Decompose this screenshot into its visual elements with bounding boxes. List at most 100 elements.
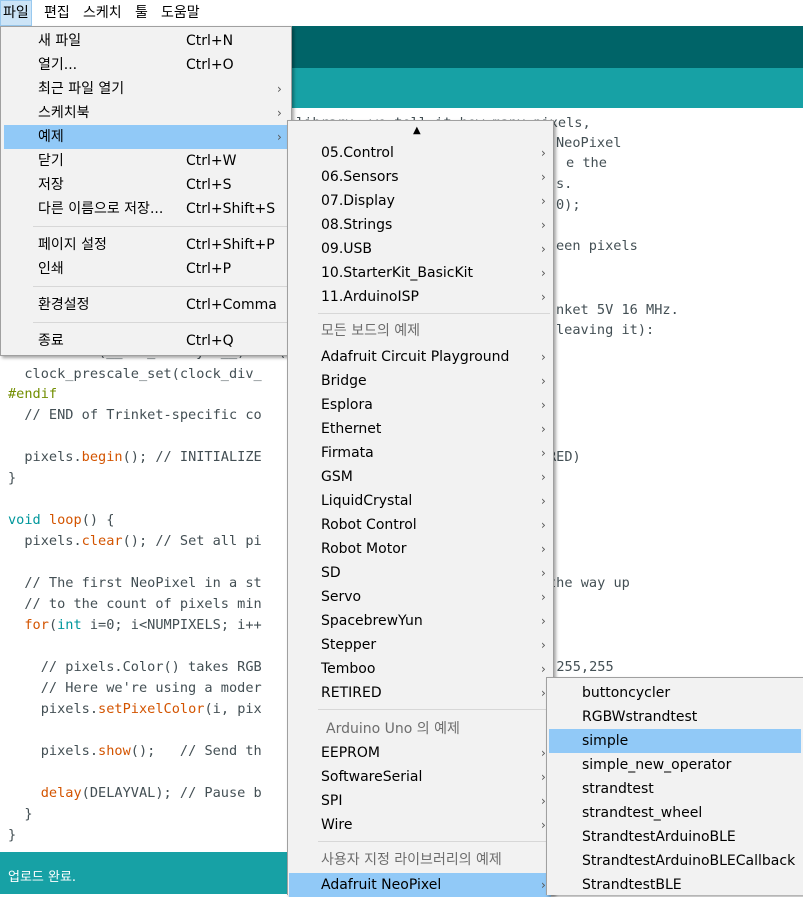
examples-item[interactable]: SPI ›	[289, 789, 551, 813]
menu-item-print[interactable]: 인쇄 Ctrl+P	[4, 257, 288, 281]
menu-item-label: SPI	[321, 793, 343, 809]
examples-item-adafruit-neopixel[interactable]: Adafruit NeoPixel ›	[289, 873, 551, 897]
menu-item-label: Stepper	[321, 637, 377, 653]
sketch-item-simple[interactable]: simple	[549, 729, 801, 753]
menu-item-save[interactable]: 저장 Ctrl+S	[4, 173, 288, 197]
section-header: 사용자 지정 라이브러리의 예제	[289, 848, 551, 872]
chevron-right-icon: ›	[541, 374, 546, 388]
examples-item[interactable]: Robot Control ›	[289, 513, 551, 537]
section-header: 모든 보드의 예제	[289, 319, 551, 343]
chevron-right-icon: ›	[541, 422, 546, 436]
menu-separator	[33, 322, 287, 323]
code-line: // The first NeoPixel in a st	[8, 575, 262, 591]
menu-item-label: StrandtestArduinoBLE	[582, 829, 736, 845]
chevron-right-icon: ›	[541, 446, 546, 460]
code-token: begin	[81, 449, 123, 465]
menu-item-examples[interactable]: 예제 ›	[4, 125, 288, 149]
examples-item[interactable]: Firmata ›	[289, 441, 551, 465]
examples-item[interactable]: LiquidCrystal ›	[289, 489, 551, 513]
chevron-right-icon: ›	[541, 494, 546, 508]
menu-item-recent[interactable]: 최근 파일 열기 ›	[4, 77, 288, 101]
menu-item-label: strandtest_wheel	[582, 805, 703, 821]
menu-item-new[interactable]: 새 파일 Ctrl+N	[4, 29, 288, 53]
section-header: Arduino Uno 의 예제	[289, 717, 551, 741]
examples-item[interactable]: Servo ›	[289, 585, 551, 609]
sketch-item[interactable]: StrandtestArduinoBLE	[549, 825, 801, 849]
menu-item-preferences[interactable]: 환경설정 Ctrl+Comma	[4, 293, 288, 317]
menu-sketch[interactable]: 스케치	[80, 0, 125, 26]
examples-item[interactable]: 07.Display ›	[289, 189, 551, 213]
menu-item-save-as[interactable]: 다른 이름으로 저장... Ctrl+Shift+S	[4, 197, 288, 221]
menu-section-label: 사용자 지정 라이브러리의 예제	[321, 852, 502, 868]
menu-section-label: Arduino Uno 의 예제	[326, 721, 460, 737]
chevron-right-icon: ›	[541, 350, 546, 364]
examples-item[interactable]: Adafruit Circuit Playground ›	[289, 345, 551, 369]
examples-item[interactable]: EEPROM ›	[289, 741, 551, 765]
chevron-right-icon: ›	[541, 542, 546, 556]
chevron-right-icon: ›	[541, 398, 546, 412]
status-text: 업로드 완료.	[8, 870, 77, 885]
chevron-right-icon: ›	[541, 470, 546, 484]
menu-tools[interactable]: 툴	[132, 0, 151, 26]
examples-item[interactable]: Bridge ›	[289, 369, 551, 393]
examples-item[interactable]: 06.Sensors ›	[289, 165, 551, 189]
menu-item-label: GSM	[321, 469, 353, 485]
examples-item[interactable]: 11.ArduinoISP ›	[289, 285, 551, 309]
examples-item[interactable]: Esplora ›	[289, 393, 551, 417]
code-token: pixels	[24, 533, 74, 549]
examples-item[interactable]: Temboo ›	[289, 657, 551, 681]
menu-item-label: Temboo	[321, 661, 376, 677]
sketch-item[interactable]: strandtest_wheel	[549, 801, 801, 825]
menu-item-quit[interactable]: 종료 Ctrl+Q	[4, 329, 288, 353]
menu-item-close[interactable]: 닫기 Ctrl+W	[4, 149, 288, 173]
menu-separator	[318, 709, 550, 710]
sketch-item[interactable]: StrandtestBLE	[549, 873, 801, 897]
examples-item[interactable]: SpacebrewYun ›	[289, 609, 551, 633]
examples-item[interactable]: 09.USB ›	[289, 237, 551, 261]
sketch-item[interactable]: StrandtestArduinoBLECallback	[549, 849, 801, 873]
menu-item-label: 종료	[38, 333, 64, 349]
code-token: show	[98, 743, 131, 759]
examples-item[interactable]: Wire ›	[289, 813, 551, 837]
menu-item-sketchbook[interactable]: 스케치북 ›	[4, 101, 288, 125]
sketch-item[interactable]: RGBWstrandtest	[549, 705, 801, 729]
menu-separator	[33, 226, 287, 227]
examples-item[interactable]: Ethernet ›	[289, 417, 551, 441]
examples-item[interactable]: SD ›	[289, 561, 551, 585]
menu-item-shortcut: Ctrl+P	[186, 261, 232, 277]
code-line: delay(DELAYVAL); // Pause b	[8, 783, 262, 804]
examples-item[interactable]: 08.Strings ›	[289, 213, 551, 237]
code-line: }	[8, 806, 33, 822]
code-fragment: NeoPixel	[556, 135, 622, 151]
menu-item-label: 11.ArduinoISP	[321, 289, 419, 305]
sketch-item[interactable]: strandtest	[549, 777, 801, 801]
code-line: #endif	[8, 386, 58, 402]
menu-edit[interactable]: 편집	[41, 0, 73, 26]
examples-item[interactable]: Robot Motor ›	[289, 537, 551, 561]
chevron-right-icon: ›	[541, 194, 546, 208]
menu-item-label: buttoncycler	[582, 685, 671, 701]
examples-item[interactable]: SoftwareSerial ›	[289, 765, 551, 789]
sketch-item[interactable]: simple_new_operator	[549, 753, 801, 777]
examples-item[interactable]: RETIRED ›	[289, 681, 551, 705]
menu-item-page-setup[interactable]: 페이지 설정 Ctrl+Shift+P	[4, 233, 288, 257]
chevron-right-icon: ›	[541, 170, 546, 184]
menu-item-label: simple	[582, 733, 629, 749]
menu-item-label: 환경설정	[38, 297, 90, 313]
chevron-right-icon: ›	[541, 566, 546, 580]
examples-item[interactable]: GSM ›	[289, 465, 551, 489]
menu-item-label: Firmata	[321, 445, 374, 461]
code-line: void loop() {	[8, 510, 114, 531]
menu-item-label: Servo	[321, 589, 362, 605]
menu-item-label: RGBWstrandtest	[582, 709, 698, 725]
chevron-right-icon: ›	[541, 242, 546, 256]
menu-help[interactable]: 도움말	[158, 0, 203, 26]
menu-file[interactable]: 파일	[0, 0, 32, 26]
examples-item[interactable]: Stepper ›	[289, 633, 551, 657]
sketch-item[interactable]: buttoncycler	[549, 681, 801, 705]
scroll-up-icon[interactable]: ▲	[413, 125, 421, 136]
examples-item[interactable]: 10.StarterKit_BasicKit ›	[289, 261, 551, 285]
menu-item-open[interactable]: 열기... Ctrl+O	[4, 53, 288, 77]
examples-item[interactable]: 05.Control ›	[289, 141, 551, 165]
chevron-right-icon: ›	[541, 518, 546, 532]
